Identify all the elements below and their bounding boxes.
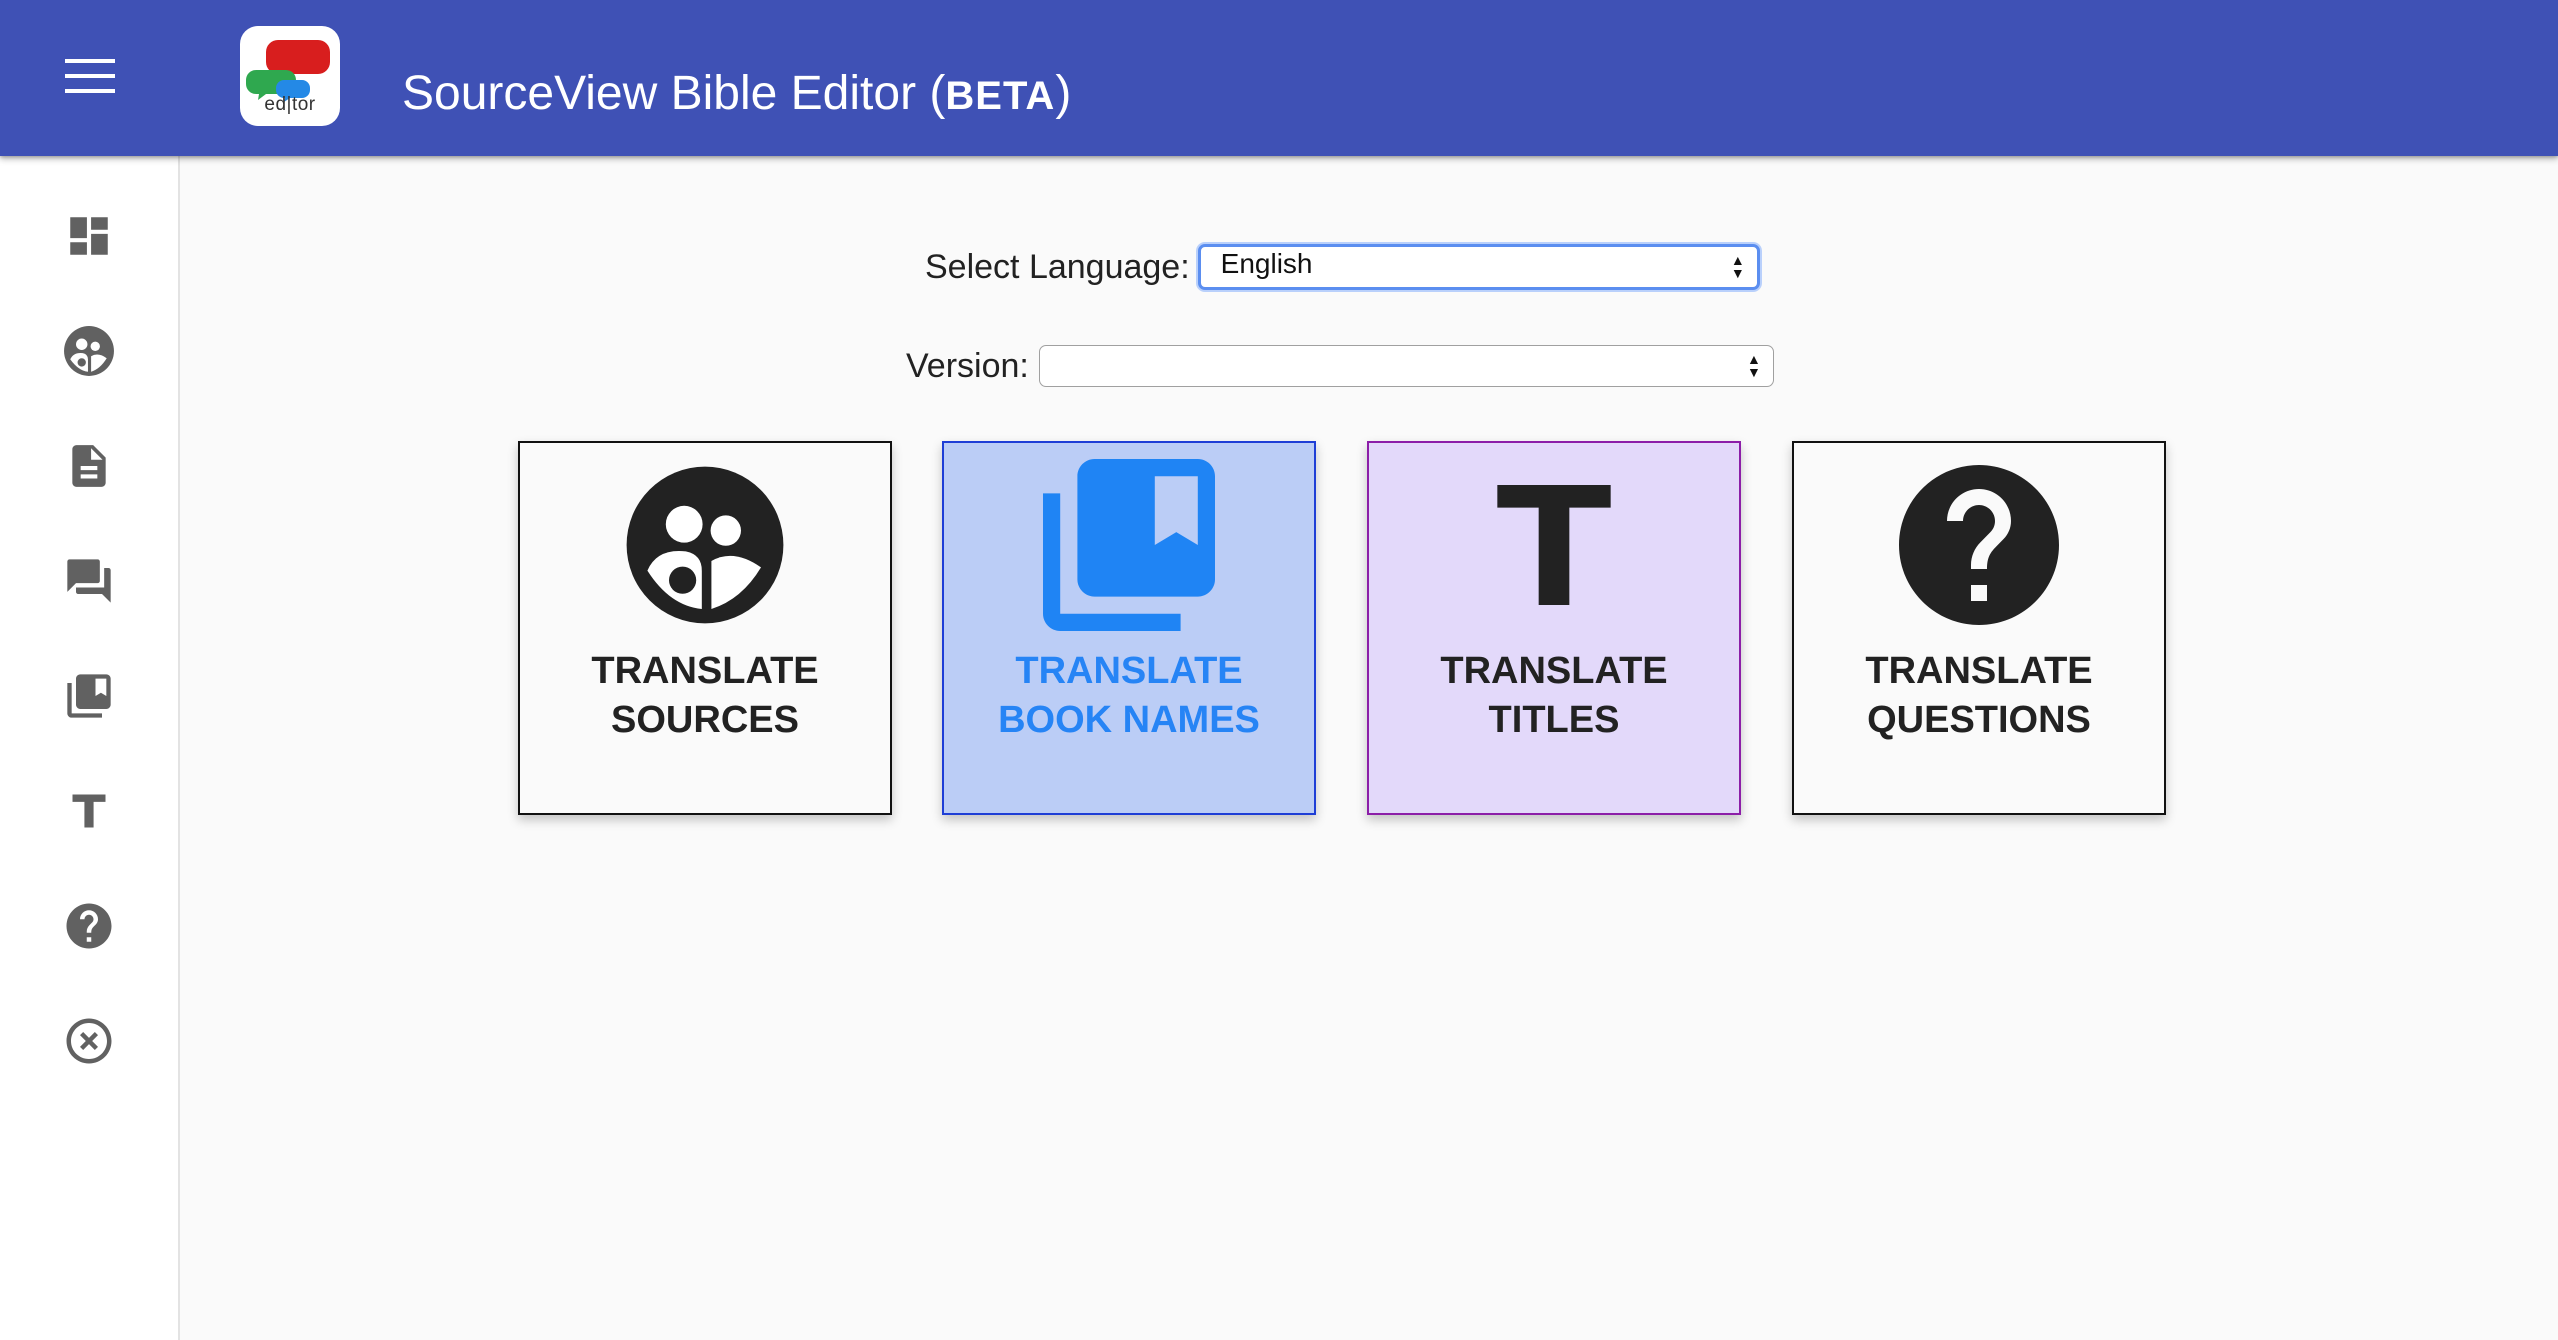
- beta-close-paren: ): [1055, 67, 1072, 120]
- app-title: SourceView Bible Editor (BETA): [402, 66, 1071, 124]
- app-bar: ed|tor SourceView Bible Editor (BETA): [0, 0, 2558, 156]
- book-names-icon: [67, 674, 111, 718]
- beta-open-paren: (: [916, 67, 946, 120]
- question-circle-icon: [1899, 465, 2059, 625]
- version-row: Version: ▲ ▼: [906, 345, 1774, 387]
- translate-sources-card[interactable]: TRANSLATE SOURCES: [518, 441, 892, 815]
- language-select[interactable]: English ▲ ▼: [1197, 244, 1760, 290]
- translate-book-names-card[interactable]: TRANSLATE BOOK NAMES: [942, 441, 1316, 815]
- app-title-text: SourceView Bible Editor: [402, 67, 917, 120]
- card-label: TRANSLATE BOOK NAMES: [944, 647, 1314, 745]
- translate-sources-icon: [64, 326, 114, 376]
- card-label-line1: TRANSLATE: [1865, 650, 2093, 692]
- logo-text: ed|tor: [264, 94, 316, 115]
- close-circle-icon: [66, 1018, 112, 1064]
- language-select-value: English: [1220, 248, 1313, 279]
- select-arrows-icon: ▲ ▼: [1747, 351, 1761, 380]
- card-label-line1: TRANSLATE: [591, 650, 819, 692]
- card-label-line2: TITLES: [1488, 699, 1620, 741]
- dashboard-icon: [70, 217, 108, 255]
- title-t-icon: [1497, 485, 1611, 605]
- sidebar-item-dashboard[interactable]: [49, 196, 129, 276]
- sidebar-item-book-names[interactable]: [49, 656, 129, 736]
- translate-titles-card[interactable]: TRANSLATE TITLES: [1367, 441, 1741, 815]
- card-label-line2: SOURCES: [611, 699, 799, 741]
- version-label: Version:: [906, 346, 1029, 385]
- sidebar: [0, 156, 180, 1340]
- card-label-line2: QUESTIONS: [1867, 699, 2091, 741]
- hamburger-menu-icon: [65, 59, 115, 93]
- card-label-line2: BOOK NAMES: [998, 699, 1260, 741]
- library-books-icon: [1043, 459, 1215, 631]
- sidebar-item-help[interactable]: [49, 886, 129, 966]
- menu-button[interactable]: [50, 50, 130, 102]
- card-label: TRANSLATE QUESTIONS: [1794, 647, 2164, 745]
- card-label: TRANSLATE TITLES: [1369, 647, 1739, 745]
- help-icon: [66, 903, 112, 949]
- people-circle-icon: [626, 466, 784, 624]
- beta-label: BETA: [945, 74, 1056, 118]
- card-label-line1: TRANSLATE: [1440, 650, 1668, 692]
- sidebar-item-forum[interactable]: [49, 541, 129, 621]
- document-icon: [72, 445, 106, 487]
- translate-questions-card[interactable]: TRANSLATE QUESTIONS: [1792, 441, 2166, 815]
- card-label-line1: TRANSLATE: [1015, 650, 1243, 692]
- titles-icon: [72, 794, 106, 828]
- language-row: Select Language: English ▲ ▼: [925, 244, 1760, 290]
- sidebar-item-close[interactable]: [49, 1001, 129, 1081]
- select-arrows-icon: ▲ ▼: [1730, 252, 1745, 281]
- forum-icon: [67, 559, 111, 603]
- version-select[interactable]: ▲ ▼: [1038, 345, 1774, 387]
- language-label: Select Language:: [925, 247, 1190, 286]
- card-label: TRANSLATE SOURCES: [520, 647, 890, 745]
- sidebar-item-titles[interactable]: [49, 771, 129, 851]
- sidebar-item-translate-sources[interactable]: [49, 311, 129, 391]
- sidebar-item-document[interactable]: [49, 426, 129, 506]
- app-logo: ed|tor: [240, 26, 340, 126]
